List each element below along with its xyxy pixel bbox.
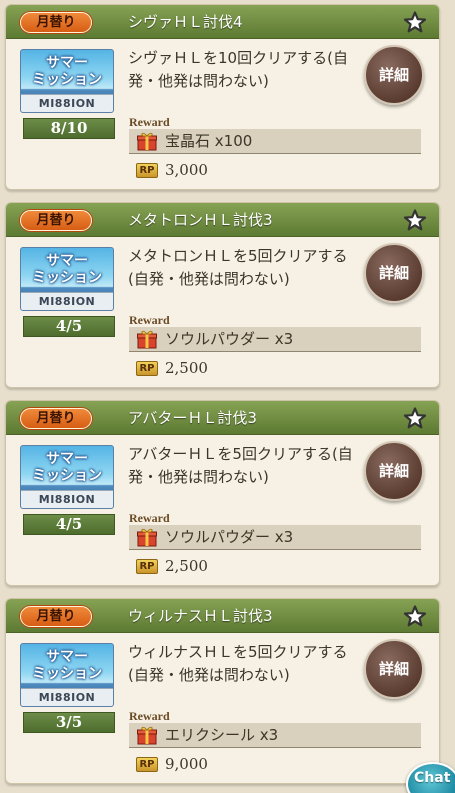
mission-header: 月替り メタトロンＨＬ討伐3 [6, 203, 439, 237]
thumbnail-subtitle: ミッション [32, 666, 102, 682]
gift-icon [137, 132, 157, 151]
reward-item-text: ソウルパウダー x3 [165, 330, 294, 348]
mission-header: 月替り シヴァＨＬ討伐4 [6, 5, 439, 39]
monthly-badge: 月替り [20, 606, 92, 627]
reward-item-row: エリクシール x3 [129, 723, 421, 748]
mission-description: ウィルナスＨＬを5回クリアする(自発・他発は問わない) [128, 643, 348, 684]
reward-label: Reward [129, 115, 170, 129]
thumbnail-mission-label: MI88ION [21, 490, 113, 508]
star-icon[interactable] [403, 605, 427, 627]
star-icon[interactable] [403, 11, 427, 33]
mission-thumbnail: サマー ミッション MI88ION [20, 445, 114, 509]
thumbnail-title: サマー [46, 55, 88, 71]
gift-icon [137, 330, 157, 349]
mission-title: シヴァＨＬ討伐4 [128, 13, 243, 31]
mission-card: 月替り アバターＨＬ討伐3 サマー ミッション MI88ION 4/5 アバター… [5, 400, 440, 586]
mission-progress: 4/5 [23, 514, 115, 535]
mission-thumbnail: サマー ミッション MI88ION [20, 643, 114, 707]
mission-description: シヴァＨＬを10回クリアする(自発・他発は問わない) [128, 49, 348, 90]
rp-value: 2,500 [165, 359, 208, 377]
mission-title: メタトロンＨＬ討伐3 [128, 211, 273, 229]
star-icon[interactable] [403, 209, 427, 231]
reward-item-text: ソウルパウダー x3 [165, 528, 294, 546]
thumbnail-mission-label: MI88ION [21, 292, 113, 310]
thumbnail-title: サマー [46, 649, 88, 665]
mission-progress: 4/5 [23, 316, 115, 337]
thumbnail-mission-label: MI88ION [21, 94, 113, 112]
rp-icon: RP [136, 361, 158, 376]
mission-description: アバターＨＬを5回クリアする(自発・他発は問わない) [128, 445, 353, 486]
reward-item-row: 宝晶石 x100 [129, 129, 421, 154]
thumbnail-subtitle: ミッション [32, 270, 102, 286]
reward-rp-row: RP 2,500 [129, 554, 421, 579]
mission-progress: 8/10 [23, 118, 115, 139]
mission-thumbnail: サマー ミッション MI88ION [20, 247, 114, 311]
detail-button[interactable]: 詳細 [364, 45, 424, 105]
mission-thumbnail: サマー ミッション MI88ION [20, 49, 114, 113]
reward-label: Reward [129, 511, 170, 525]
detail-button[interactable]: 詳細 [364, 639, 424, 699]
mission-header: 月替り ウィルナスＨＬ討伐3 [6, 599, 439, 633]
gift-icon [137, 528, 157, 547]
mission-title: ウィルナスＨＬ討伐3 [128, 607, 273, 625]
rp-icon: RP [136, 559, 158, 574]
rp-value: 2,500 [165, 557, 208, 575]
thumbnail-title: サマー [46, 253, 88, 269]
thumbnail-subtitle: ミッション [32, 72, 102, 88]
mission-card: 月替り シヴァＨＬ討伐4 サマー ミッション MI88ION 8/10 シヴァＨ… [5, 4, 440, 190]
mission-description: メタトロンＨＬを5回クリアする(自発・他発は問わない) [128, 247, 348, 288]
reward-item-text: エリクシール x3 [165, 726, 279, 744]
rp-icon: RP [136, 163, 158, 178]
monthly-badge: 月替り [20, 408, 92, 429]
star-icon[interactable] [403, 407, 427, 429]
reward-label: Reward [129, 709, 170, 723]
gift-icon [137, 726, 157, 745]
reward-item-row: ソウルパウダー x3 [129, 525, 421, 550]
reward-item-text: 宝晶石 x100 [165, 132, 253, 150]
detail-button[interactable]: 詳細 [364, 441, 424, 501]
mission-card: 月替り ウィルナスＨＬ討伐3 サマー ミッション MI88ION 3/5 ウィル… [5, 598, 440, 784]
detail-button[interactable]: 詳細 [364, 243, 424, 303]
mission-card: 月替り メタトロンＨＬ討伐3 サマー ミッション MI88ION 4/5 メタト… [5, 202, 440, 388]
thumbnail-mission-label: MI88ION [21, 688, 113, 706]
reward-rp-row: RP 9,000 [129, 752, 421, 777]
rp-icon: RP [136, 757, 158, 772]
monthly-badge: 月替り [20, 12, 92, 33]
reward-rp-row: RP 3,000 [129, 158, 421, 183]
mission-title: アバターＨＬ討伐3 [128, 409, 257, 427]
thumbnail-title: サマー [46, 451, 88, 467]
reward-item-row: ソウルパウダー x3 [129, 327, 421, 352]
thumbnail-subtitle: ミッション [32, 468, 102, 484]
rp-value: 3,000 [165, 161, 208, 179]
monthly-badge: 月替り [20, 210, 92, 231]
rp-value: 9,000 [165, 755, 208, 773]
reward-label: Reward [129, 313, 170, 327]
reward-rp-row: RP 2,500 [129, 356, 421, 381]
mission-header: 月替り アバターＨＬ討伐3 [6, 401, 439, 435]
mission-progress: 3/5 [23, 712, 115, 733]
